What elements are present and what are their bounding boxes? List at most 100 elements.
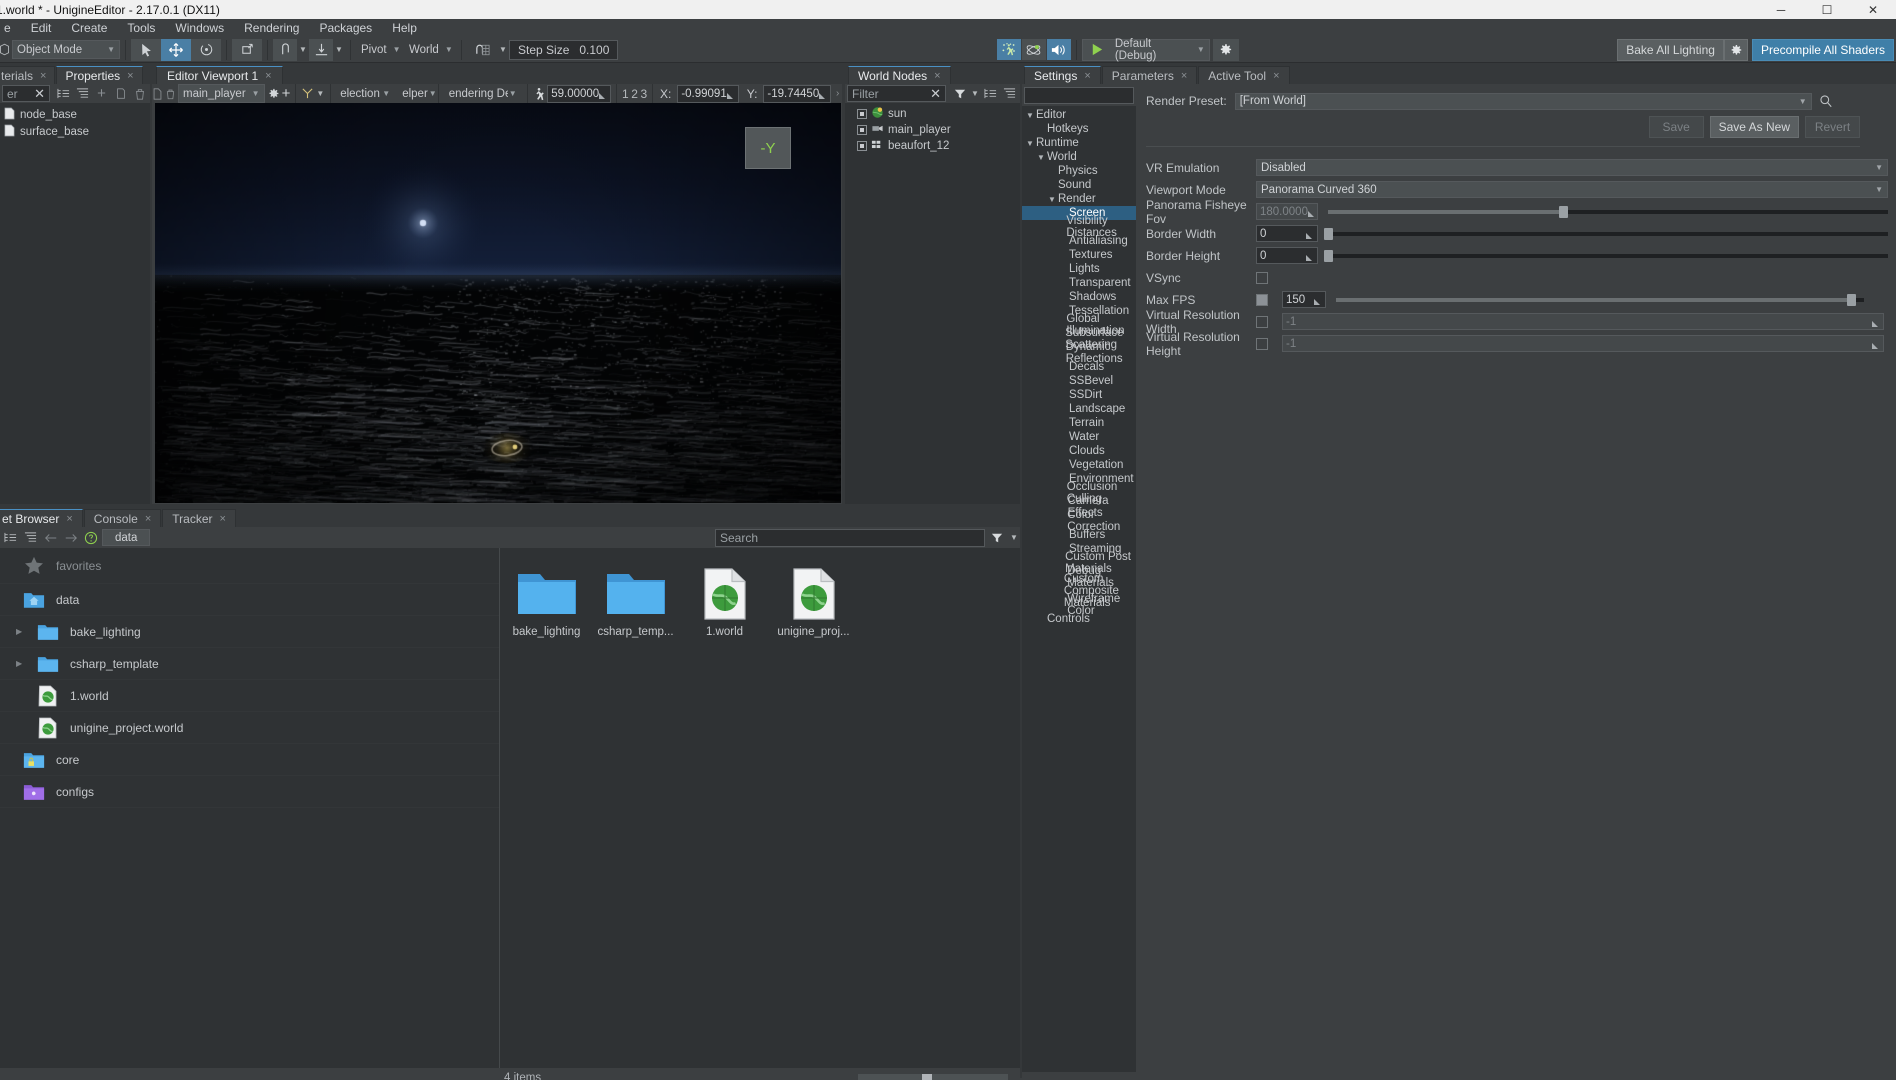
- max-fps-input[interactable]: 150: [1282, 291, 1326, 308]
- viewport-copy-icon[interactable]: [152, 85, 163, 102]
- run-config-combo[interactable]: Default (Debug) ▼: [1111, 38, 1209, 62]
- settings-tree-item-visibility-distances[interactable]: Visibility Distances: [1022, 215, 1136, 239]
- close-icon[interactable]: ×: [145, 513, 151, 525]
- asset-nav-item[interactable]: data: [0, 584, 499, 616]
- render-preset-combo[interactable]: [From World] ▼: [1234, 92, 1812, 110]
- spinner-icon[interactable]: [1314, 296, 1322, 305]
- settings-tree-item-wireframe-color[interactable]: Wireframe Color: [1022, 593, 1136, 617]
- bake-lighting-settings-button[interactable]: [1723, 38, 1748, 61]
- run-settings-gear-button[interactable]: [1212, 38, 1239, 61]
- viewport-add-icon[interactable]: +: [282, 85, 291, 102]
- expand-all-icon[interactable]: [55, 85, 72, 102]
- snap-tool-button[interactable]: [273, 38, 297, 61]
- particles-toggle-button[interactable]: [996, 39, 1021, 60]
- settings-tree-item-color-correction[interactable]: Color Correction: [1022, 509, 1136, 533]
- node-tree-row[interactable]: beaufort_12: [845, 138, 1020, 154]
- menu-item-packages[interactable]: Packages: [309, 19, 382, 37]
- viewport-delete-icon[interactable]: [165, 85, 176, 102]
- menu-item-edit[interactable]: Edit: [21, 19, 62, 37]
- tab-materials[interactable]: terials ×: [0, 66, 56, 84]
- surface-snap-button[interactable]: [309, 38, 333, 61]
- chevron-right-icon[interactable]: ▶: [16, 627, 26, 636]
- precompile-all-shaders-button[interactable]: Precompile All Shaders: [1751, 38, 1895, 61]
- delete-property-icon[interactable]: [131, 85, 148, 102]
- settings-tree-item-ssbevel[interactable]: SSBevel: [1022, 374, 1136, 388]
- settings-tree-item-ssdirt[interactable]: SSDirt: [1022, 388, 1136, 402]
- slider-handle[interactable]: [1559, 205, 1569, 218]
- properties-filter-input[interactable]: er ✕: [2, 85, 50, 102]
- magnet-snap-button[interactable]: [467, 38, 497, 61]
- chevron-down-icon[interactable]: ▼: [1048, 195, 1058, 204]
- close-icon[interactable]: ×: [1181, 70, 1187, 82]
- minimize-button[interactable]: ─: [1758, 0, 1804, 19]
- save-as-new-preset-button[interactable]: Save As New: [1709, 116, 1799, 138]
- zoom-slider[interactable]: [858, 1073, 1008, 1080]
- menu-item-tools[interactable]: Tools: [117, 19, 165, 37]
- step-size-field[interactable]: Step Size 0.100: [509, 39, 619, 60]
- render-preset-search-icon[interactable]: [1818, 93, 1835, 110]
- bake-all-lighting-button[interactable]: Bake All Lighting: [1617, 38, 1724, 61]
- settings-tree-item-antialiasing[interactable]: Antialiasing: [1022, 234, 1136, 248]
- save-preset-button[interactable]: Save: [1648, 116, 1704, 138]
- clear-filter-icon[interactable]: ✕: [34, 86, 45, 102]
- viewport-selection-dropdown-icon[interactable]: ▼: [316, 85, 325, 102]
- coord-x-field[interactable]: -0.99091: [677, 84, 739, 103]
- back-arrow-icon[interactable]: [42, 529, 59, 546]
- close-icon[interactable]: ×: [66, 513, 72, 525]
- panorama-fisheye-fov-input[interactable]: 180.0000: [1256, 203, 1318, 220]
- coord-y-field[interactable]: -19.74450: [763, 84, 832, 103]
- settings-tree-item-physics[interactable]: Physics: [1022, 164, 1136, 178]
- add-property-icon[interactable]: +: [93, 85, 110, 102]
- settings-tree-item-dynamic-reflections[interactable]: Dynamic Reflections: [1022, 341, 1136, 365]
- help-icon[interactable]: [82, 529, 99, 546]
- breadcrumb[interactable]: data: [102, 529, 151, 546]
- panorama-fisheye-fov-slider[interactable]: [1328, 205, 1888, 218]
- node-tree-row[interactable]: main_player: [845, 122, 1020, 138]
- menu-item-windows[interactable]: Windows: [165, 19, 234, 37]
- list-item[interactable]: node_base: [0, 106, 150, 123]
- spinner-icon[interactable]: [599, 90, 607, 99]
- viewport-selection-icon[interactable]: [301, 85, 314, 102]
- spinner-icon[interactable]: [1306, 230, 1314, 239]
- viewport-layout-2-button[interactable]: 2: [631, 85, 638, 102]
- collapse-all-icon[interactable]: [22, 529, 39, 546]
- tab-editor-viewport-1[interactable]: Editor Viewport 1 ×: [156, 66, 283, 84]
- maximize-button[interactable]: ☐: [1804, 0, 1850, 19]
- viewport-layout-1-button[interactable]: 1: [622, 85, 629, 102]
- slider-handle[interactable]: [1324, 249, 1333, 262]
- chevron-down-icon[interactable]: ▼: [1026, 111, 1036, 120]
- asset-nav-item[interactable]: core: [0, 744, 499, 776]
- spinner-icon[interactable]: [1872, 340, 1880, 349]
- settings-tree-item-render[interactable]: ▼ Render: [1022, 192, 1136, 206]
- fov-field[interactable]: 59.00000: [547, 84, 612, 103]
- settings-tree-item-transparent[interactable]: Transparent: [1022, 276, 1136, 290]
- settings-tree-item-terrain[interactable]: Terrain: [1022, 416, 1136, 430]
- settings-search-input[interactable]: [1024, 87, 1134, 104]
- slider-handle[interactable]: [1847, 293, 1857, 306]
- vr-emulation-combo[interactable]: Disabled ▼: [1256, 159, 1888, 176]
- close-icon[interactable]: ×: [1084, 70, 1090, 82]
- settings-tree-item-hotkeys[interactable]: Hotkeys: [1022, 122, 1136, 136]
- settings-tree-item-water[interactable]: Water: [1022, 430, 1136, 444]
- play-button[interactable]: [1083, 39, 1111, 61]
- chevron-down-icon[interactable]: ▼: [1037, 153, 1047, 162]
- close-icon[interactable]: ×: [1273, 70, 1279, 82]
- border-width-input[interactable]: 0: [1256, 225, 1318, 242]
- tab-active-tool[interactable]: Active Tool ×: [1198, 66, 1290, 84]
- settings-tree-item-vegetation[interactable]: Vegetation: [1022, 458, 1136, 472]
- magnet-dropdown-arrow-icon[interactable]: ▼: [497, 41, 509, 58]
- close-icon[interactable]: ×: [127, 70, 133, 82]
- spinner-icon[interactable]: [1306, 252, 1314, 261]
- world-nodes-filter-input[interactable]: Filter ✕: [847, 85, 946, 102]
- spinner-icon[interactable]: [726, 90, 735, 99]
- tab-parameters[interactable]: Parameters ×: [1101, 66, 1198, 84]
- asset-nav-item[interactable]: 1.world: [0, 680, 499, 712]
- clone-property-icon[interactable]: [112, 85, 129, 102]
- asset-filter-dropdown-arrow-icon[interactable]: ▼: [1008, 529, 1020, 546]
- node-visibility-checkbox[interactable]: [857, 109, 867, 119]
- rendering-debug-combo[interactable]: endering Debu ▼: [443, 84, 522, 103]
- close-button[interactable]: ✕: [1850, 0, 1896, 19]
- tab-properties[interactable]: Properties ×: [56, 66, 143, 84]
- clear-filter-icon[interactable]: ✕: [930, 86, 941, 102]
- tab-asset-browser[interactable]: et Browser ×: [0, 509, 83, 527]
